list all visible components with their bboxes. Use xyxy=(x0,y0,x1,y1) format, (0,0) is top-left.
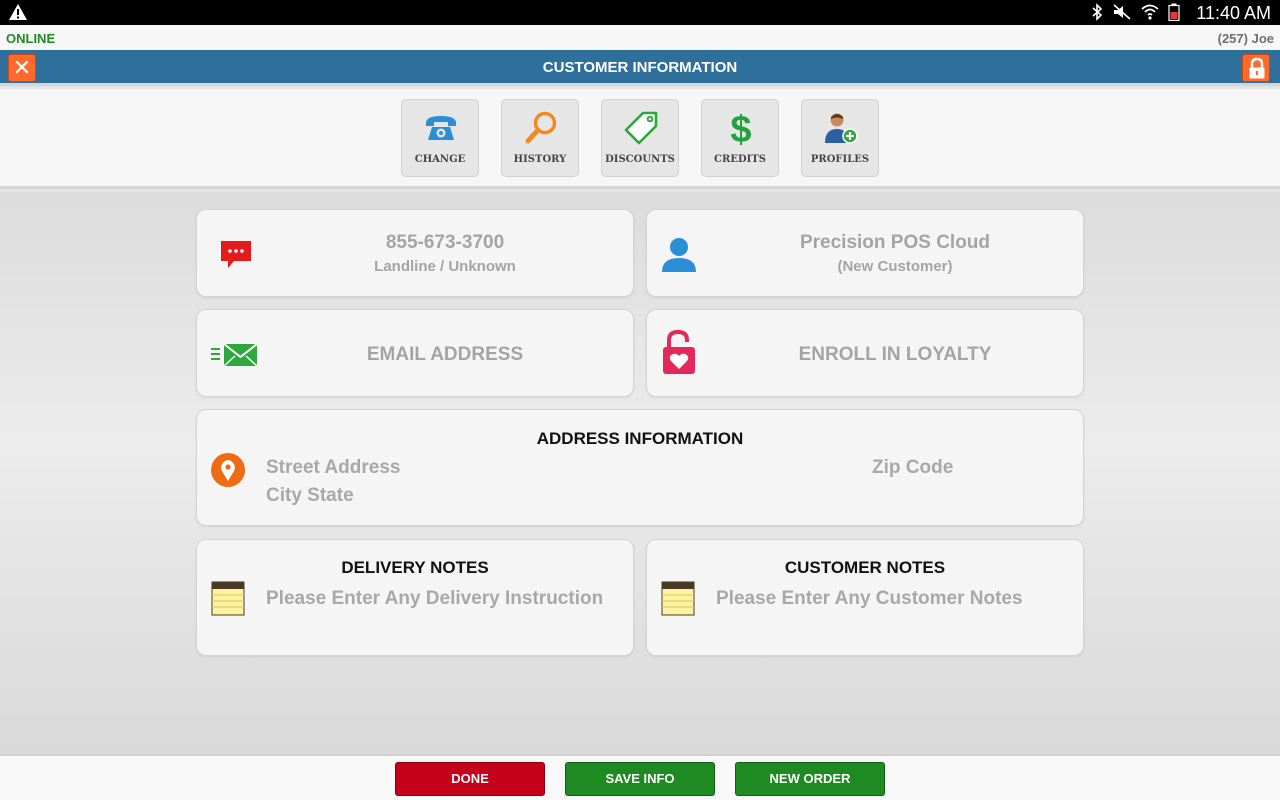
address-heading: ADDRESS INFORMATION xyxy=(536,429,744,448)
customer-notes-heading: CUSTOMER NOTES xyxy=(784,558,946,577)
mute-icon xyxy=(1112,3,1132,26)
change-label: CHANGE xyxy=(414,154,466,165)
sms-icon xyxy=(221,241,251,268)
customer-form-area: 855-673-3700 Landline / Unknown Precisio… xyxy=(0,192,1280,754)
current-user: (257) Joe xyxy=(1217,31,1274,46)
customer-notes-card[interactable]: CUSTOMER NOTES Please Enter Any Customer… xyxy=(646,539,1084,656)
customer-toolbar: CHANGE HISTORY DISCOUNTS $ CREDITS PROFI… xyxy=(0,89,1280,189)
clock: 11:40 AM xyxy=(1196,3,1271,23)
customer-notes-input[interactable]: Please Enter Any Customer Notes xyxy=(716,588,1023,610)
customer-name-card[interactable]: Precision POS Cloud (New Customer) xyxy=(646,209,1084,297)
customer-name: Precision POS Cloud xyxy=(799,232,991,253)
phone-number: 855-673-3700 xyxy=(385,232,505,253)
email-card[interactable]: EMAIL ADDRESS xyxy=(196,309,634,397)
location-pin-icon xyxy=(211,453,245,487)
address-card[interactable]: ADDRESS INFORMATION Street Address City … xyxy=(196,409,1084,526)
credits-button[interactable]: $ CREDITS xyxy=(701,99,779,177)
person-icon xyxy=(662,238,696,272)
magnifier-icon xyxy=(525,111,557,144)
action-bar: DONE SAVE INFO NEW ORDER xyxy=(0,754,1280,800)
credits-label: CREDITS xyxy=(714,154,766,165)
phone-type: Landline / Unknown xyxy=(374,258,516,275)
title-bar: ✕ CUSTOMER INFORMATION xyxy=(0,50,1280,86)
email-label: EMAIL ADDRESS xyxy=(366,344,524,365)
system-status-bar: 11:40 AM xyxy=(0,0,1280,25)
history-button[interactable]: HISTORY xyxy=(501,99,579,177)
warning-icon xyxy=(8,3,28,26)
new-order-button[interactable]: NEW ORDER xyxy=(735,762,885,796)
loyalty-label: ENROLL IN LOYALTY xyxy=(798,344,992,365)
online-status: ONLINE xyxy=(6,31,56,46)
loyalty-lock-icon xyxy=(663,330,695,374)
city-state[interactable]: City State xyxy=(266,485,354,507)
page-title: CUSTOMER INFORMATION xyxy=(542,59,738,76)
zip-code[interactable]: Zip Code xyxy=(872,457,953,479)
svg-text:$: $ xyxy=(730,110,751,146)
padlock-icon xyxy=(1249,57,1265,79)
battery-icon xyxy=(1168,3,1180,26)
done-button[interactable]: DONE xyxy=(395,762,545,796)
bluetooth-icon xyxy=(1090,3,1104,26)
discounts-button[interactable]: DISCOUNTS xyxy=(601,99,679,177)
change-button[interactable]: CHANGE xyxy=(401,99,479,177)
discounts-label: DISCOUNTS xyxy=(605,154,675,165)
email-icon xyxy=(211,343,258,367)
loyalty-card[interactable]: ENROLL IN LOYALTY xyxy=(646,309,1084,397)
delivery-notes-input[interactable]: Please Enter Any Delivery Instruction xyxy=(266,588,603,610)
notepad-icon xyxy=(211,581,245,616)
street-address[interactable]: Street Address xyxy=(266,457,400,479)
system-icons xyxy=(1090,3,1180,26)
delivery-notes-card[interactable]: DELIVERY NOTES Please Enter Any Delivery… xyxy=(196,539,634,656)
notepad-icon xyxy=(661,581,695,616)
dollar-icon: $ xyxy=(730,110,751,146)
profiles-button[interactable]: PROFILES xyxy=(801,99,879,177)
tag-icon xyxy=(624,111,658,145)
connection-bar: ONLINE (257) Joe xyxy=(0,25,1280,50)
save-info-button[interactable]: SAVE INFO xyxy=(565,762,715,796)
history-label: HISTORY xyxy=(513,154,567,165)
customer-status: (New Customer) xyxy=(837,258,953,275)
phone-card[interactable]: 855-673-3700 Landline / Unknown xyxy=(196,209,634,297)
phone-icon xyxy=(426,116,456,140)
profiles-label: PROFILES xyxy=(810,154,870,165)
wifi-icon xyxy=(1140,3,1160,26)
lock-button[interactable] xyxy=(1242,54,1270,82)
delivery-notes-heading: DELIVERY NOTES xyxy=(341,558,489,577)
add-profile-icon xyxy=(825,113,858,144)
